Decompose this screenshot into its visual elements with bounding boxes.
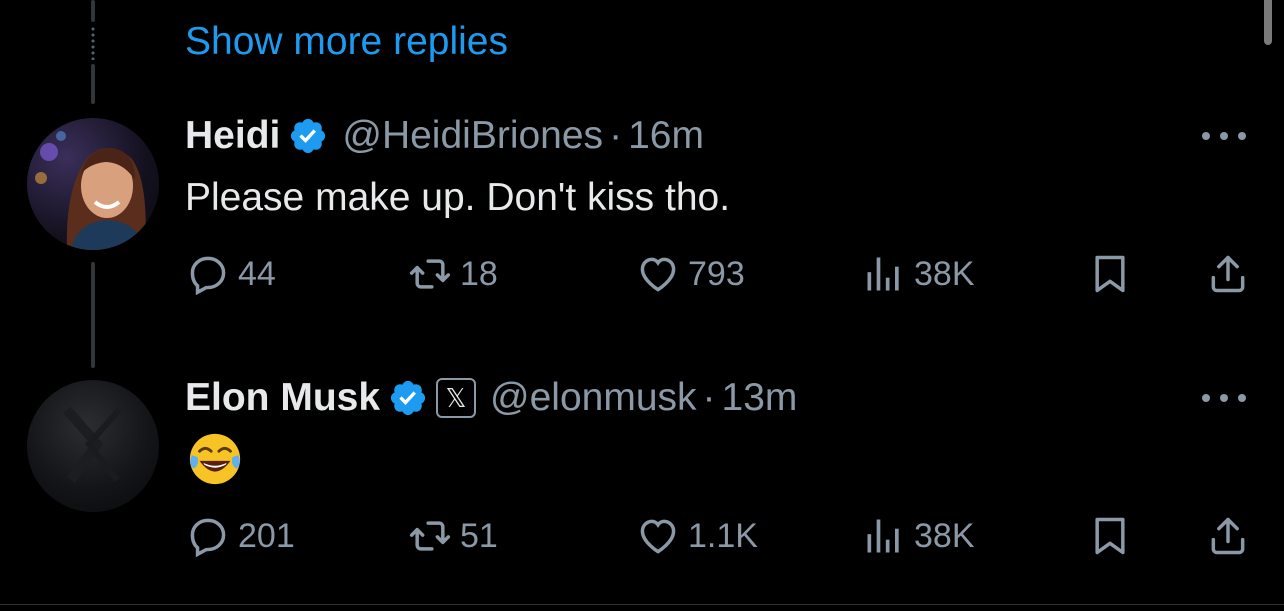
separator-dot: · <box>609 114 623 157</box>
verified-badge-icon <box>390 380 426 416</box>
views-count: 38K <box>914 254 975 293</box>
repost-count: 18 <box>460 254 498 293</box>
share-icon <box>1211 255 1245 293</box>
reply-count: 201 <box>238 516 295 555</box>
like-count: 793 <box>688 254 745 293</box>
thread-line-mid <box>91 64 95 104</box>
thread-line-top <box>91 0 95 22</box>
reply-count: 44 <box>238 254 276 293</box>
views-icon <box>867 519 899 553</box>
author-name[interactable]: Heidi <box>185 114 280 158</box>
avatar-dark-image <box>63 406 122 483</box>
separator-dot: · <box>702 376 716 419</box>
tweet-actions: 201 51 1.1K 38K <box>0 514 1284 564</box>
like-icon <box>640 519 676 554</box>
repost-icon <box>409 521 451 551</box>
avatar[interactable] <box>27 380 159 512</box>
like-count: 1.1K <box>688 516 758 555</box>
like-button[interactable]: 1.1K <box>636 514 758 558</box>
share-button[interactable] <box>1206 252 1250 296</box>
tweet-header: Heidi @HeidiBriones · 16m <box>185 114 704 158</box>
author-handle[interactable]: @elonmusk <box>490 376 697 420</box>
tweet-text: Please make up. Don't kiss tho. <box>185 176 731 219</box>
share-button[interactable] <box>1206 514 1250 558</box>
more-icon[interactable] <box>1198 388 1250 408</box>
x-affiliation-icon[interactable]: 𝕏 <box>436 378 477 418</box>
timestamp[interactable]: 16m <box>628 114 704 158</box>
bookmark-icon <box>1095 255 1125 293</box>
views-icon <box>867 257 899 291</box>
more-icon[interactable] <box>1198 126 1250 146</box>
share-icon <box>1211 517 1245 555</box>
repost-button[interactable]: 18 <box>408 252 498 296</box>
thread-collapsed-dots <box>90 26 96 60</box>
author-handle[interactable]: @HeidiBriones <box>342 114 603 158</box>
timestamp[interactable]: 13m <box>722 376 798 420</box>
views-count: 38K <box>914 516 975 555</box>
scrollbar[interactable] <box>1264 0 1272 45</box>
bookmark-button[interactable] <box>1088 252 1132 296</box>
bottom-divider <box>0 604 1284 605</box>
views-button[interactable]: 38K <box>862 252 975 296</box>
like-button[interactable]: 793 <box>636 252 745 296</box>
repost-count: 51 <box>460 516 498 555</box>
author-name[interactable]: Elon Musk <box>185 376 380 420</box>
reply-icon <box>190 518 226 558</box>
tweet-header: Elon Musk 𝕏 @elonmusk · 13m <box>185 376 797 420</box>
reply-button[interactable]: 44 <box>186 252 276 296</box>
verified-badge-icon <box>291 118 326 154</box>
repost-button[interactable]: 51 <box>408 514 498 558</box>
face-with-tears-of-joy-emoji <box>189 433 241 485</box>
show-more-replies-link[interactable]: Show more replies <box>185 20 508 64</box>
bookmark-icon <box>1095 517 1125 555</box>
views-button[interactable]: 38K <box>862 514 975 558</box>
repost-icon <box>409 259 451 289</box>
reply-icon <box>190 256 226 296</box>
reply-button[interactable]: 201 <box>186 514 295 558</box>
bookmark-button[interactable] <box>1088 514 1132 558</box>
avatar-portrait-image <box>35 131 146 250</box>
tweet-actions: 44 18 793 38K <box>0 252 1284 302</box>
avatar[interactable] <box>27 118 159 250</box>
like-icon <box>640 257 676 292</box>
